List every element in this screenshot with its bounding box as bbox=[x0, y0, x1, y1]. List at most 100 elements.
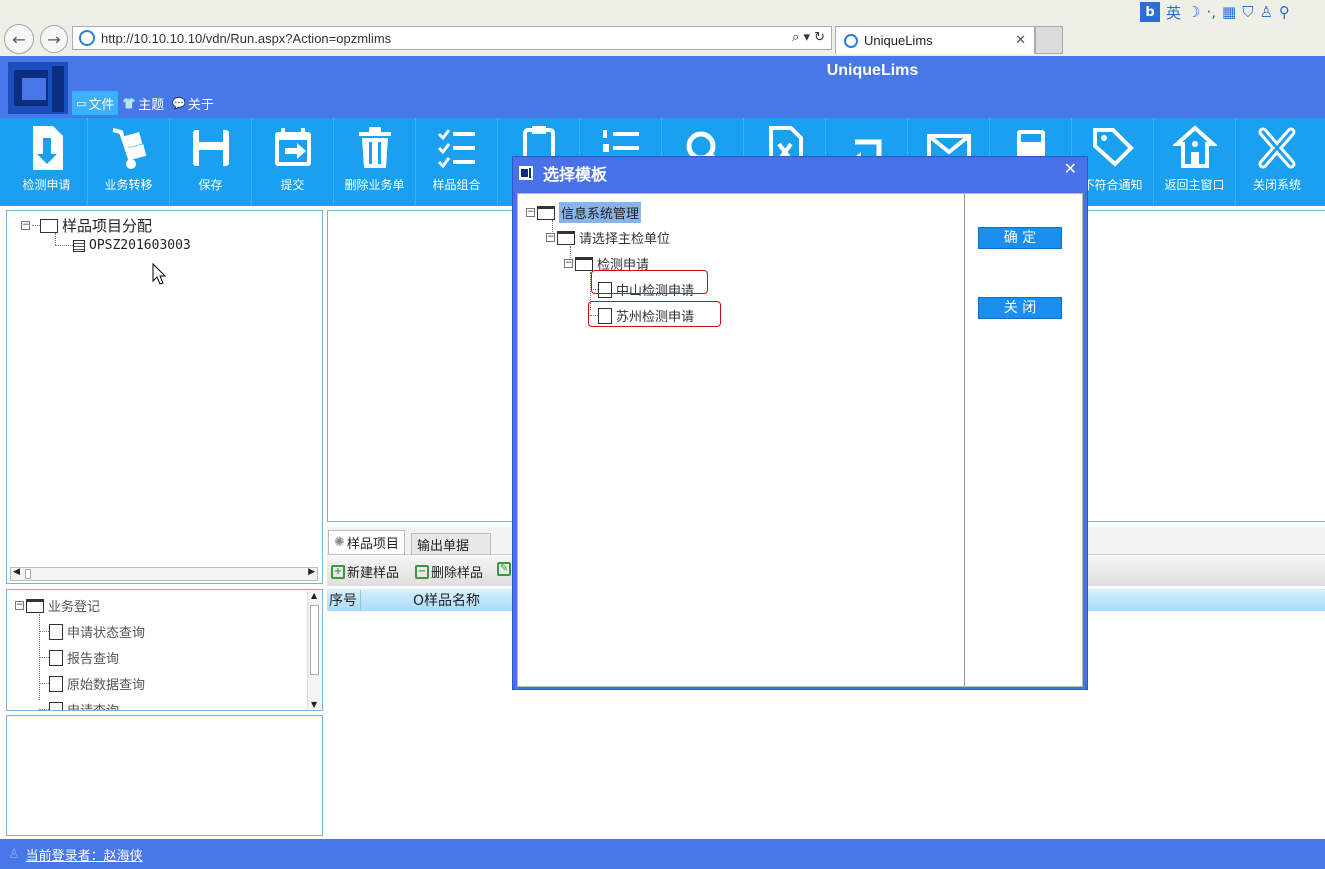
toolbar-button-submit[interactable]: 提交 bbox=[252, 118, 334, 206]
skin-icon[interactable]: ⛉ bbox=[1242, 3, 1253, 21]
search-icon[interactable]: ⚲ bbox=[1279, 3, 1290, 21]
biz-item-label: 申请状态查询 bbox=[67, 626, 146, 641]
biz-vscrollbar[interactable]: ▲ ▼ bbox=[307, 591, 321, 709]
toolbar-button-transfer[interactable]: 业务转移 bbox=[88, 118, 170, 206]
address-tools[interactable]: ⌕ ▾ ↻ bbox=[792, 30, 825, 45]
scroll-up-icon[interactable]: ▲ bbox=[311, 591, 317, 600]
menu-about-label: 关于 bbox=[187, 97, 214, 113]
user-icon[interactable]: ♙ bbox=[1259, 3, 1272, 21]
scroll-left-icon[interactable]: ◀ bbox=[13, 567, 20, 577]
tab-close-icon[interactable]: ✕ bbox=[1015, 32, 1026, 48]
biz-item-row[interactable]: 申请查询 bbox=[39, 700, 119, 710]
tab-output-docs[interactable]: 输出单据 bbox=[411, 533, 491, 555]
collapse-icon[interactable]: − bbox=[546, 233, 555, 242]
url-text: http://10.10.10.10/vdn/Run.aspx?Action=o… bbox=[101, 30, 392, 46]
col-seq[interactable]: 序号 bbox=[327, 590, 361, 610]
new-sample-button[interactable]: + 新建样品 bbox=[331, 562, 399, 581]
ime-lang[interactable]: 英 bbox=[1166, 2, 1181, 23]
tree-connector bbox=[55, 245, 73, 246]
biz-item-label: 申请查询 bbox=[67, 700, 119, 710]
toolbar-label: 返回主窗口 bbox=[1164, 178, 1225, 192]
tree-connector bbox=[39, 683, 49, 684]
browser-tab[interactable]: UniqueLims ✕ bbox=[835, 26, 1035, 54]
template-level1-label: 请选择主检单位 bbox=[579, 232, 671, 247]
new-sample-label: 新建样品 bbox=[347, 566, 400, 581]
toolbar-button-exit[interactable]: 关闭系统 bbox=[1236, 118, 1318, 206]
scroll-thumb[interactable] bbox=[25, 569, 31, 579]
mouse-cursor-icon bbox=[152, 263, 166, 285]
template-level1-row[interactable]: − 请选择主检单位 bbox=[546, 228, 670, 247]
biz-item-label: 报告查询 bbox=[67, 652, 120, 667]
new-tab-button[interactable] bbox=[1035, 26, 1063, 54]
file-icon: ▭ bbox=[76, 96, 87, 110]
toolbar-button-delete[interactable]: 删除业务单 bbox=[334, 118, 416, 206]
confirm-button[interactable]: 确 定 bbox=[978, 227, 1062, 249]
dialog-close-icon[interactable]: ✕ bbox=[1064, 159, 1077, 178]
toolbar-label: 不符合通知 bbox=[1082, 178, 1143, 192]
toolbar-button-home[interactable]: 返回主窗口 bbox=[1154, 118, 1236, 206]
biz-root-row[interactable]: − 业务登记 bbox=[15, 596, 100, 615]
delete-sample-label: 删除样品 bbox=[431, 566, 484, 581]
menu-theme[interactable]: 👕 主题 bbox=[118, 91, 168, 115]
forward-button[interactable]: → bbox=[40, 25, 68, 53]
biz-item-row[interactable]: 申请状态查询 bbox=[39, 622, 145, 641]
login-user-link[interactable]: 当前登录者：赵海侠 bbox=[26, 845, 143, 864]
collapse-icon[interactable]: − bbox=[15, 601, 24, 610]
tab-label: 样品项目 bbox=[346, 537, 399, 552]
tab-sample-items[interactable]: ✺ 样品项目 bbox=[328, 530, 405, 555]
biz-item-row[interactable]: 原始数据查询 bbox=[39, 674, 145, 693]
template-tree: − 信息系统管理 − 请选择主检单位 − 检测申请 中山检测申请 苏州检测申请 bbox=[518, 194, 965, 686]
calendar-arrow-icon bbox=[274, 128, 311, 166]
edit-icon: ✎ bbox=[497, 562, 511, 576]
ime-toolbar: b 英 ☽ ·, ▦ ⛉ ♙ ⚲ bbox=[1140, 0, 1290, 24]
collapse-icon[interactable]: − bbox=[21, 221, 30, 230]
user-icon: ♙ bbox=[8, 846, 20, 862]
toolbar-button-save[interactable]: 保存 bbox=[170, 118, 252, 206]
remove-icon: − bbox=[415, 564, 429, 579]
home-icon bbox=[1172, 125, 1217, 168]
sample-tree-panel: − 样品项目分配 OPSZ201603003 bbox=[6, 210, 323, 584]
folder-icon bbox=[26, 598, 44, 613]
toolbar-button-apply[interactable]: 检测申请 bbox=[6, 118, 88, 206]
toolbar-label: 保存 bbox=[198, 178, 223, 192]
tag-icon bbox=[1092, 128, 1134, 167]
address-bar[interactable]: http://10.10.10.10/vdn/Run.aspx?Action=o… bbox=[72, 26, 832, 50]
menu-about[interactable]: 💬 关于 bbox=[168, 91, 218, 115]
tree-child-row[interactable]: OPSZ201603003 bbox=[55, 238, 191, 253]
menu-file[interactable]: ▭ 文件 bbox=[72, 91, 119, 115]
collapse-icon[interactable]: − bbox=[526, 208, 535, 217]
punct-icon[interactable]: ·, bbox=[1206, 3, 1216, 21]
close-button[interactable]: 关 闭 bbox=[978, 297, 1062, 319]
dialog-title: 选择模板 bbox=[543, 165, 608, 184]
highlight-box bbox=[591, 270, 708, 294]
trash-icon bbox=[358, 127, 391, 168]
edit-sample-button[interactable]: ✎ bbox=[497, 562, 511, 576]
toolbar-button-combine[interactable]: 样品组合 bbox=[416, 118, 498, 206]
page-icon bbox=[49, 675, 63, 692]
toolbar-label: 检测申请 bbox=[22, 178, 71, 192]
delete-sample-button[interactable]: − 删除样品 bbox=[415, 562, 483, 581]
col-sample-name[interactable]: O样品名称 bbox=[361, 590, 480, 610]
back-button[interactable]: ← bbox=[4, 24, 34, 54]
moon-icon[interactable]: ☽ bbox=[1187, 3, 1200, 21]
collapse-icon[interactable]: − bbox=[564, 259, 573, 268]
menu-theme-label: 主题 bbox=[138, 97, 165, 113]
tree-hscrollbar[interactable]: ◀ ▶ bbox=[10, 567, 318, 581]
biz-item-row[interactable]: 报告查询 bbox=[39, 648, 119, 667]
scroll-thumb[interactable] bbox=[310, 605, 319, 675]
toolbar-label: 提交 bbox=[280, 178, 305, 192]
toolbar-label: 样品组合 bbox=[432, 178, 481, 192]
tree-connector bbox=[39, 631, 49, 632]
tree-root-row[interactable]: − 样品项目分配 bbox=[21, 215, 152, 236]
folder-icon bbox=[537, 205, 555, 220]
menu-bar: ▭ 文件 👕 主题 💬 关于 bbox=[72, 91, 218, 115]
dialog-body: − 信息系统管理 − 请选择主检单位 − 检测申请 中山检测申请 苏州检测申请 … bbox=[517, 193, 1083, 687]
template-root-row[interactable]: − 信息系统管理 bbox=[526, 202, 642, 223]
keyboard-icon[interactable]: ▦ bbox=[1222, 3, 1236, 21]
scroll-down-icon[interactable]: ▼ bbox=[311, 700, 317, 709]
folder-icon bbox=[575, 256, 593, 271]
tab-title: UniqueLims bbox=[864, 33, 933, 48]
biz-item-label: 原始数据查询 bbox=[67, 678, 146, 693]
scroll-right-icon[interactable]: ▶ bbox=[308, 567, 315, 577]
loading-icon: ✺ bbox=[334, 535, 345, 550]
